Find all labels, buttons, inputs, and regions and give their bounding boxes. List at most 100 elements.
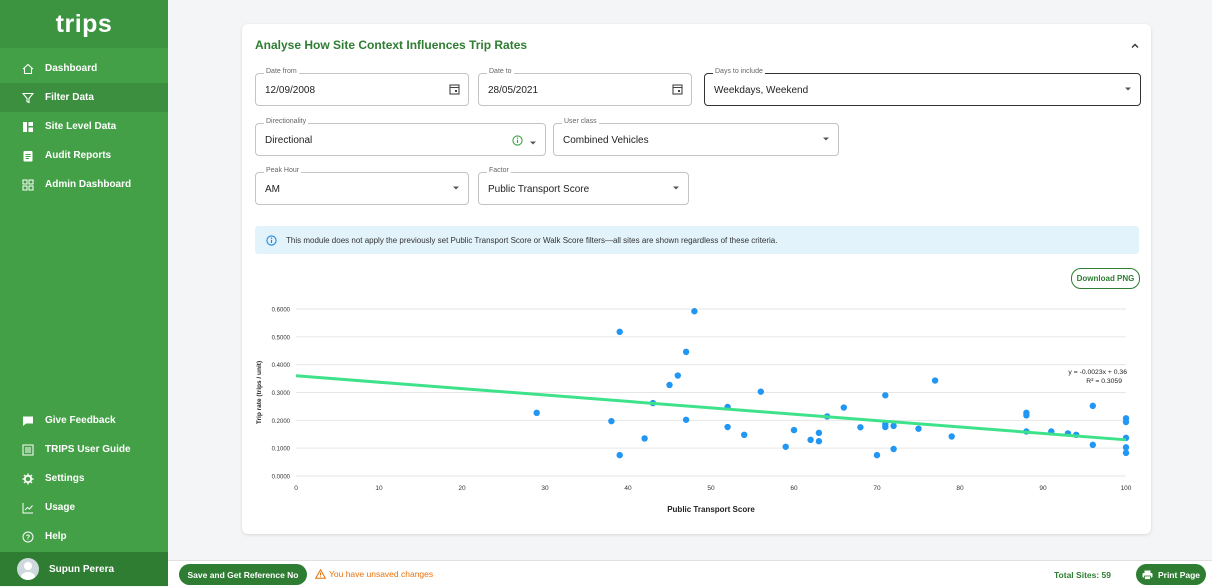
x-tick-label: 0 — [294, 485, 298, 492]
user-profile[interactable]: Supun Perera — [0, 552, 168, 586]
data-point — [840, 404, 847, 411]
dropdown-arrow-icon — [1124, 86, 1132, 92]
main-nav: Dashboard Filter Data Site Level Data Au… — [0, 54, 168, 199]
date-from-field[interactable]: Date from 12/09/2008 — [255, 68, 469, 106]
sidebar-item-label: Filter Data — [45, 92, 94, 103]
sidebar-item-label: Audit Reports — [45, 150, 112, 161]
collapse-button[interactable] — [1129, 38, 1141, 56]
days-to-include-select[interactable]: Days to include Weekdays, Weekend — [704, 68, 1141, 106]
data-point — [608, 417, 615, 425]
download-png-button[interactable]: Download PNG — [1071, 268, 1140, 289]
trendline — [295, 374, 1127, 442]
y-tick-label: 0.5000 — [272, 335, 291, 341]
report-icon — [21, 149, 35, 163]
data-point — [757, 388, 764, 395]
warning-icon — [315, 569, 326, 579]
factor-select[interactable]: Factor Public Transport Score — [478, 167, 689, 205]
panel-title: Analyse How Site Context Influences Trip… — [255, 38, 528, 52]
y-tick-label: 0.6000 — [272, 308, 291, 314]
data-point — [790, 426, 798, 434]
info-banner: This module does not apply the previousl… — [255, 226, 1139, 254]
data-point — [616, 451, 623, 459]
print-page-button[interactable]: Print Page — [1136, 564, 1206, 585]
info-text: This module does not apply the previousl… — [286, 235, 778, 245]
guide-icon — [21, 443, 35, 457]
admin-grid-icon — [21, 178, 35, 192]
info-icon — [266, 234, 277, 246]
data-point — [782, 443, 789, 450]
data-point — [1023, 412, 1030, 419]
avatar — [17, 558, 39, 580]
data-point — [724, 423, 731, 431]
sidebar-item-admin-dashboard[interactable]: Admin Dashboard — [0, 170, 168, 199]
filter-icon — [21, 91, 35, 105]
calendar-icon[interactable] — [449, 83, 460, 95]
dropdown-arrow-icon — [672, 185, 680, 191]
calendar-icon[interactable] — [672, 83, 683, 95]
sidebar-item-filter-data[interactable]: Filter Data — [0, 83, 168, 112]
sidebar-item-label: Help — [45, 531, 67, 542]
sidebar-item-audit-reports[interactable]: Audit Reports — [0, 141, 168, 170]
y-tick-label: 0.1000 — [272, 447, 291, 453]
sidebar-item-settings[interactable]: Settings — [0, 464, 168, 493]
sidebar-item-label: TRIPS User Guide — [45, 444, 131, 455]
unsaved-text: You have unsaved changes — [329, 569, 434, 579]
r-squared-label: R² = 0.3059 — [1086, 378, 1122, 385]
y-tick-label: 0.2000 — [272, 419, 291, 425]
x-tick-label: 50 — [707, 485, 715, 492]
y-tick-label: 0.4000 — [272, 363, 291, 369]
x-tick-label: 30 — [541, 485, 549, 492]
data-point — [682, 416, 690, 423]
data-point — [882, 423, 889, 431]
date-to-field[interactable]: Date to 28/05/2021 — [478, 68, 692, 106]
feedback-icon — [21, 414, 35, 428]
svg-text:?: ? — [26, 534, 30, 541]
chevron-up-icon — [1131, 43, 1139, 48]
save-reference-button[interactable]: Save and Get Reference No — [179, 564, 307, 585]
directionality-select[interactable]: Directionality Directional — [255, 118, 546, 156]
data-point — [890, 422, 897, 430]
x-tick-label: 100 — [1121, 485, 1132, 492]
data-point — [815, 429, 823, 437]
sidebar-item-give-feedback[interactable]: Give Feedback — [0, 406, 168, 435]
data-point — [1122, 418, 1130, 426]
usage-chart-icon — [21, 501, 35, 515]
y-tick-label: 0.3000 — [272, 391, 291, 397]
home-icon — [21, 62, 35, 76]
y-axis-label: Trip rate (trips / unit) — [256, 361, 263, 424]
data-point — [682, 348, 690, 356]
trendline-equation: y = -0.0023x + 0.36 — [1068, 369, 1127, 376]
data-point — [741, 431, 748, 439]
x-tick-label: 70 — [873, 485, 881, 492]
data-point — [641, 435, 648, 442]
sidebar-item-label: Admin Dashboard — [45, 179, 132, 190]
sidebar-item-help[interactable]: ? Help — [0, 522, 168, 551]
peak-hour-select[interactable]: Peak Hour AM — [255, 167, 469, 205]
data-point — [931, 377, 939, 384]
gear-icon — [21, 472, 35, 486]
sidebar-item-label: Give Feedback — [45, 415, 116, 426]
data-point — [616, 328, 623, 336]
print-label: Print Page — [1157, 569, 1201, 580]
info-circle-icon[interactable] — [512, 133, 523, 151]
dropdown-arrow-icon — [822, 136, 830, 142]
x-tick-label: 60 — [790, 485, 798, 492]
sidebar-item-site-level-data[interactable]: Site Level Data — [0, 112, 168, 141]
sidebar-item-usage[interactable]: Usage — [0, 493, 168, 522]
data-point — [948, 433, 955, 440]
x-tick-label: 10 — [375, 485, 383, 492]
scatter-chart: 0.0000 0.1000 0.2000 0.3000 0.4000 0.5000 0.60… — [256, 308, 1132, 515]
data-point — [691, 308, 698, 315]
data-point — [857, 424, 864, 431]
sidebar-item-user-guide[interactable]: TRIPS User Guide — [0, 435, 168, 464]
app-logo[interactable]: trips — [0, 0, 168, 48]
sidebar-item-dashboard[interactable]: Dashboard — [0, 54, 168, 83]
data-point — [807, 436, 814, 444]
analysis-panel: Analyse How Site Context Influences Trip… — [242, 24, 1151, 534]
data-point — [815, 438, 823, 445]
data-point — [882, 392, 889, 399]
data-point — [674, 372, 681, 379]
data-point — [1122, 449, 1130, 457]
user-class-select[interactable]: User class Combined Vehicles — [553, 118, 839, 156]
data-point — [1122, 444, 1130, 451]
